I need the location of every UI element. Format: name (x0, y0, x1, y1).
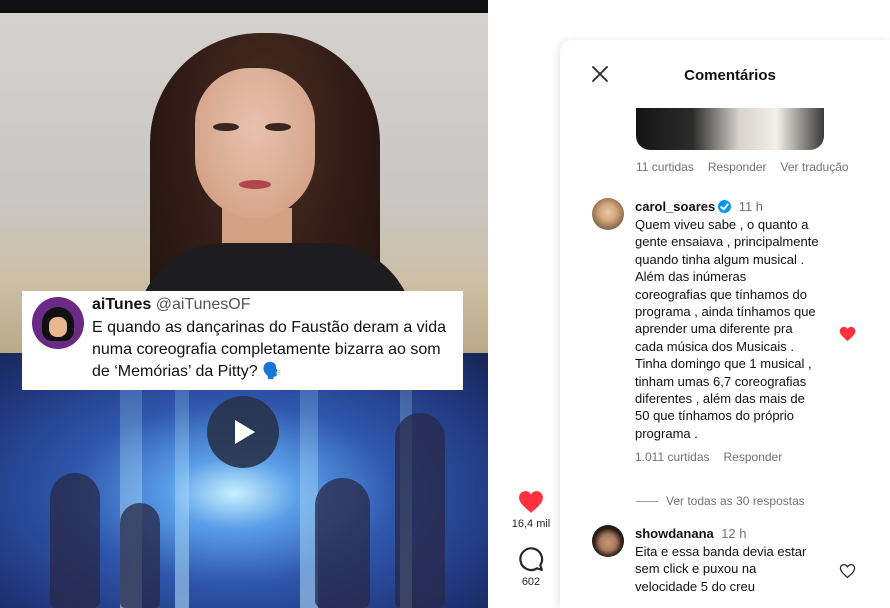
comment-like-icon[interactable] (839, 563, 856, 579)
avatar[interactable] (592, 525, 624, 557)
translate-link[interactable]: Ver tradução (781, 160, 849, 174)
comment-like-icon[interactable] (839, 326, 856, 342)
like-count: 16,4 mil (511, 518, 551, 530)
play-button[interactable] (207, 396, 279, 468)
previous-comment-likes[interactable]: 11 curtidas (636, 160, 694, 174)
previous-comment-image[interactable] (636, 108, 824, 150)
comment-username[interactable]: showdanana (635, 526, 714, 541)
reply-button[interactable]: Responder (724, 450, 783, 464)
verified-badge-icon (718, 200, 732, 213)
comment-time: 12 h (721, 526, 747, 541)
tweet-author-handle: @aiTunesOF (155, 296, 251, 313)
video-top-bar (0, 0, 488, 13)
view-replies-button[interactable]: Ver todas as 30 respostas (636, 494, 805, 508)
tweet-author-name: aiTunes (92, 296, 152, 313)
comment-likes[interactable]: 1.011 curtidas (635, 450, 710, 464)
comments-title: Comentários (684, 67, 776, 84)
comment-text: Eita e essa banda devia estar sem click … (635, 544, 807, 594)
like-icon[interactable] (518, 490, 544, 514)
comment-username[interactable]: carol_soares (635, 199, 715, 214)
post-actions: 16,4 mil 602 (500, 490, 562, 588)
comment-time: 11 h (738, 199, 764, 214)
post-video[interactable]: aiTunes @aiTunesOF E quando as dançarina… (0, 0, 488, 608)
tweet-avatar (32, 297, 84, 349)
previous-comment-reply-button[interactable]: Responder (708, 160, 767, 174)
avatar[interactable] (592, 198, 624, 230)
tweet-text: E quando as dançarinas do Faustão deram … (92, 319, 447, 380)
comment-icon[interactable] (518, 546, 544, 572)
comment-count: 602 (521, 576, 541, 588)
tweet-card: aiTunes @aiTunesOF E quando as dançarina… (22, 291, 463, 390)
comments-panel: Comentários 11 curtidas Responder Ver trad… (560, 40, 890, 608)
comments-header: Comentários (560, 40, 890, 108)
video-frame-stage (0, 353, 488, 608)
previous-comment-meta: 11 curtidas Responder Ver tradução (636, 160, 863, 174)
page: aiTunes @aiTunesOF E quando as dançarina… (0, 0, 890, 608)
comment-text: Quem viveu sabe , o quanto a gente ensai… (635, 217, 819, 441)
